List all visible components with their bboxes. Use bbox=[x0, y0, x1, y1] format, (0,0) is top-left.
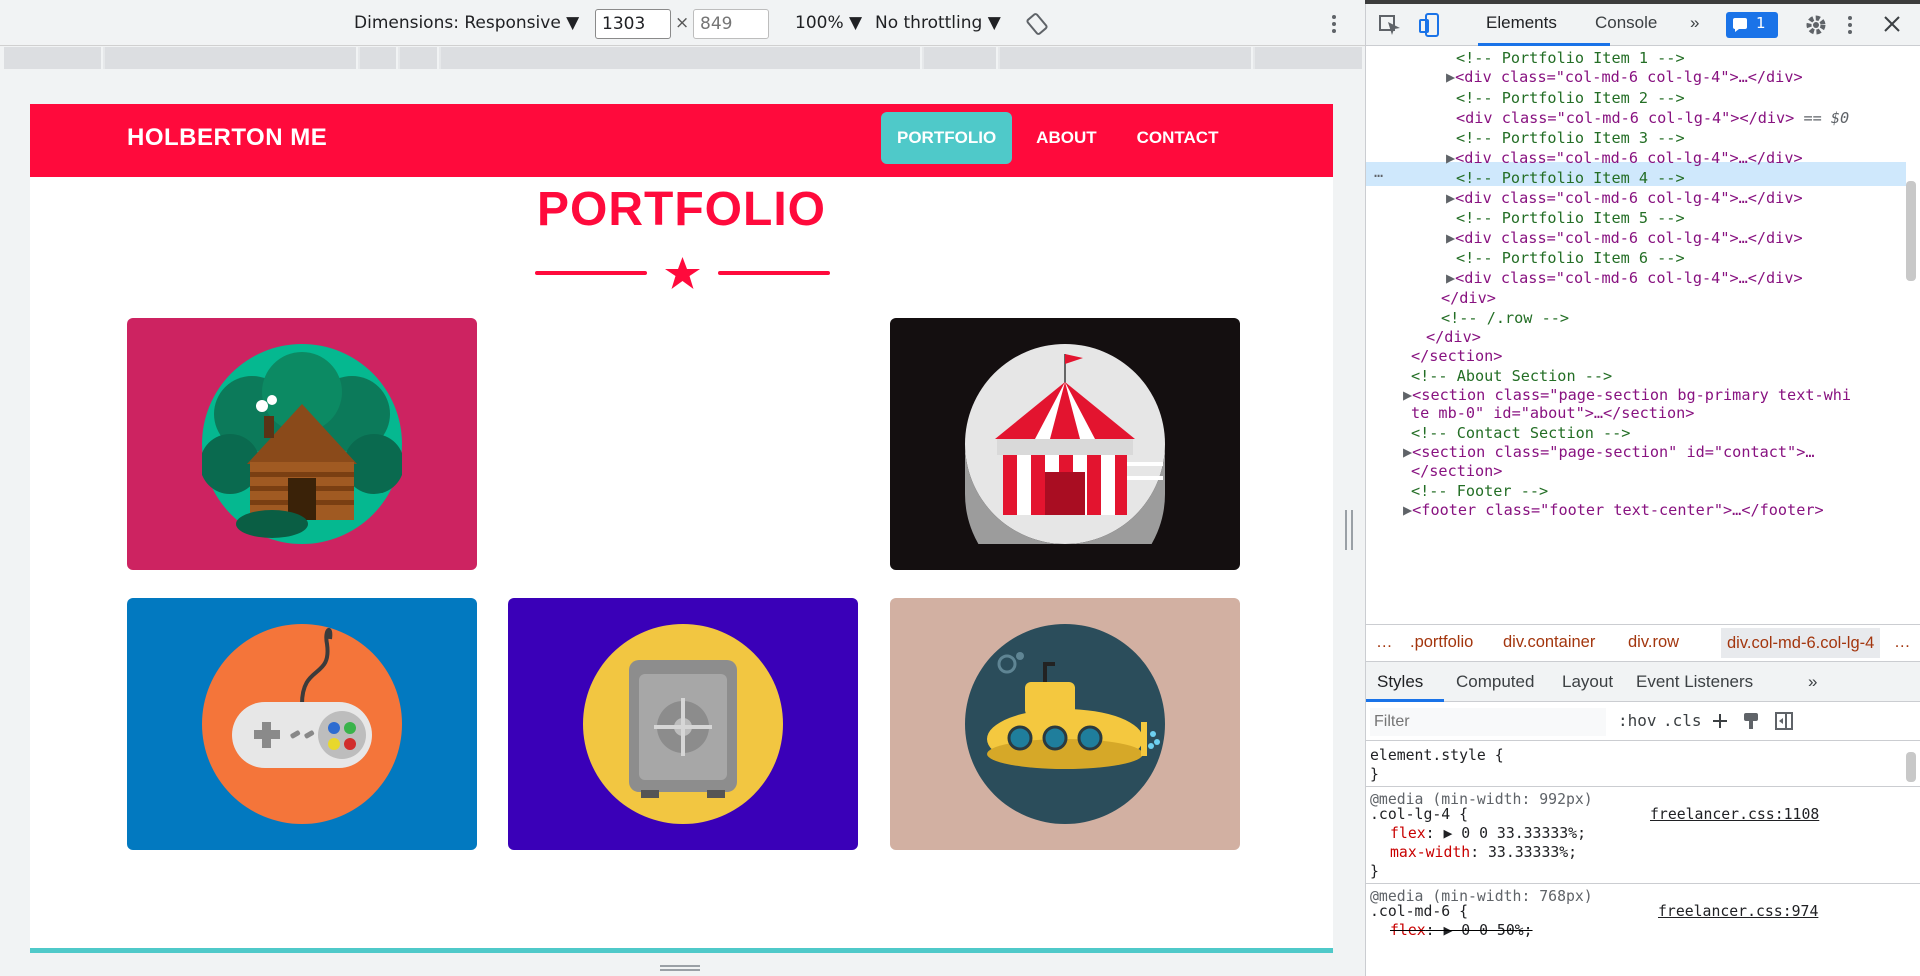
star-divider bbox=[535, 257, 830, 289]
styles-pane: element.style { } @media (min-width: 992… bbox=[1366, 742, 1920, 976]
breadcrumb-current[interactable]: div.col-md-6.col-lg-4 bbox=[1721, 628, 1881, 658]
breadcrumb: … .portfolio div.container div.row div.c… bbox=[1366, 624, 1920, 662]
inspect-element-icon[interactable] bbox=[1378, 14, 1402, 36]
portfolio-item-circus[interactable] bbox=[890, 318, 1240, 570]
resize-handle-icon[interactable] bbox=[660, 964, 700, 972]
node-ellipsis[interactable]: … bbox=[1374, 160, 1383, 184]
style-prop-flex-overridden[interactable]: flex: ▶ 0 0 50%; bbox=[1390, 921, 1533, 940]
rule-separator bbox=[1366, 786, 1920, 787]
rule-separator bbox=[1366, 883, 1920, 884]
cls-toggle[interactable]: .cls bbox=[1663, 711, 1702, 730]
rotate-icon[interactable] bbox=[1025, 12, 1049, 36]
add-rule-icon[interactable] bbox=[1711, 712, 1729, 730]
game-controller-icon bbox=[202, 624, 402, 824]
tab-elements[interactable]: Elements bbox=[1486, 13, 1557, 33]
width-input[interactable] bbox=[595, 9, 671, 39]
devtools-tab-bar: Elements Console » 1 bbox=[1366, 4, 1920, 46]
device-toggle-icon[interactable] bbox=[1418, 12, 1440, 38]
nav-menu: PORTFOLIO ABOUT CONTACT bbox=[881, 112, 1242, 164]
cabin-icon bbox=[202, 344, 402, 544]
zoom-dropdown[interactable]: 100% ▼ bbox=[795, 13, 862, 33]
settings-gear-icon[interactable] bbox=[1804, 13, 1828, 37]
rule-close: } bbox=[1370, 766, 1379, 783]
dom-line[interactable]: ▶<footer class="footer text-center">…</f… bbox=[1403, 498, 1824, 522]
hov-toggle[interactable]: :hov bbox=[1618, 711, 1657, 730]
more-subtabs-button[interactable]: » bbox=[1808, 672, 1817, 692]
style-prop-max-width[interactable]: max-width: 33.33333%; bbox=[1390, 843, 1577, 862]
portfolio-heading: PORTFOLIO bbox=[537, 183, 826, 236]
times-sign: × bbox=[675, 13, 690, 33]
dom-scrollbar[interactable] bbox=[1906, 181, 1916, 281]
style-prop-flex[interactable]: flex: ▶ 0 0 33.33333%; bbox=[1390, 824, 1586, 843]
element-style-selector[interactable]: element.style { bbox=[1370, 746, 1504, 765]
device-toolbar: Dimensions: Responsive ▼ × 100% ▼ No thr… bbox=[0, 4, 1365, 46]
breadcrumb-overflow[interactable]: … bbox=[1376, 633, 1393, 652]
site-navbar: HOLBERTON ME PORTFOLIO ABOUT CONTACT bbox=[30, 104, 1333, 177]
tab-layout[interactable]: Layout bbox=[1562, 672, 1613, 692]
tab-styles[interactable]: Styles bbox=[1377, 672, 1423, 692]
close-devtools-icon[interactable] bbox=[1883, 15, 1901, 33]
breadcrumb-portfolio[interactable]: .portfolio bbox=[1410, 633, 1473, 652]
devtools-panel: Elements Console » 1 … <!-- Portfolio It… bbox=[1365, 4, 1920, 976]
breadcrumb-more[interactable]: … bbox=[1894, 633, 1911, 652]
safe-icon bbox=[583, 624, 783, 824]
page-viewport: HOLBERTON ME PORTFOLIO ABOUT CONTACT POR… bbox=[30, 104, 1333, 953]
side-resize-handle-icon[interactable] bbox=[1343, 510, 1355, 550]
star-icon bbox=[665, 257, 700, 289]
tab-event-listeners[interactable]: Event Listeners bbox=[1636, 672, 1753, 692]
portfolio-item-safe[interactable] bbox=[508, 598, 858, 850]
portfolio-item-cabin[interactable] bbox=[127, 318, 477, 570]
nav-about[interactable]: ABOUT bbox=[1020, 112, 1112, 164]
tab-console[interactable]: Console bbox=[1595, 13, 1657, 33]
styles-tab-bar: Styles Computed Layout Event Listeners » bbox=[1366, 662, 1920, 702]
devtools-menu-icon[interactable] bbox=[1844, 13, 1856, 37]
rule-selector-col-lg-4[interactable]: .col-lg-4 { bbox=[1370, 805, 1468, 824]
circus-tent-icon bbox=[965, 344, 1165, 544]
height-input[interactable] bbox=[693, 9, 769, 39]
source-link-974[interactable]: freelancer.css:974 bbox=[1658, 902, 1818, 921]
source-link-1108[interactable]: freelancer.css:1108 bbox=[1650, 805, 1819, 824]
dom-tree[interactable]: … <!-- Portfolio Item 1 --> ▶<div class=… bbox=[1366, 46, 1920, 622]
nav-contact[interactable]: CONTACT bbox=[1121, 112, 1235, 164]
media-query-ruler[interactable] bbox=[4, 47, 1364, 69]
filter-input[interactable] bbox=[1370, 708, 1606, 736]
throttling-dropdown[interactable]: No throttling ▼ bbox=[875, 13, 1001, 33]
dom-line[interactable]: ▶<div class="col-md-6 col-lg-4">…</div> bbox=[1446, 266, 1803, 290]
portfolio-item-empty[interactable] bbox=[508, 318, 858, 570]
issues-count: 1 bbox=[1756, 14, 1766, 32]
portfolio-item-game[interactable] bbox=[127, 598, 477, 850]
issues-badge[interactable]: 1 bbox=[1726, 12, 1778, 38]
dimensions-dropdown[interactable]: Dimensions: Responsive ▼ bbox=[354, 13, 579, 33]
nav-portfolio[interactable]: PORTFOLIO bbox=[881, 112, 1013, 164]
portfolio-item-submarine[interactable] bbox=[890, 598, 1240, 850]
message-icon bbox=[1733, 18, 1747, 32]
breadcrumb-container[interactable]: div.container bbox=[1503, 633, 1595, 652]
more-options-icon[interactable] bbox=[1328, 12, 1340, 36]
toggle-sidebar-icon[interactable] bbox=[1774, 711, 1794, 731]
tab-computed[interactable]: Computed bbox=[1456, 672, 1534, 692]
breadcrumb-row[interactable]: div.row bbox=[1628, 633, 1679, 652]
paint-brush-icon[interactable] bbox=[1741, 711, 1761, 731]
site-brand[interactable]: HOLBERTON ME bbox=[127, 124, 327, 152]
styles-filter-bar: :hov .cls bbox=[1366, 703, 1920, 741]
device-emulation-pane: Dimensions: Responsive ▼ × 100% ▼ No thr… bbox=[0, 0, 1365, 976]
submarine-icon bbox=[965, 624, 1165, 824]
active-subtab-indicator bbox=[1366, 699, 1444, 702]
more-tabs-button[interactable]: » bbox=[1690, 13, 1699, 33]
rule-close: } bbox=[1370, 863, 1379, 880]
styles-scrollbar[interactable] bbox=[1906, 752, 1916, 782]
rule-selector-col-md-6[interactable]: .col-md-6 { bbox=[1370, 902, 1468, 921]
